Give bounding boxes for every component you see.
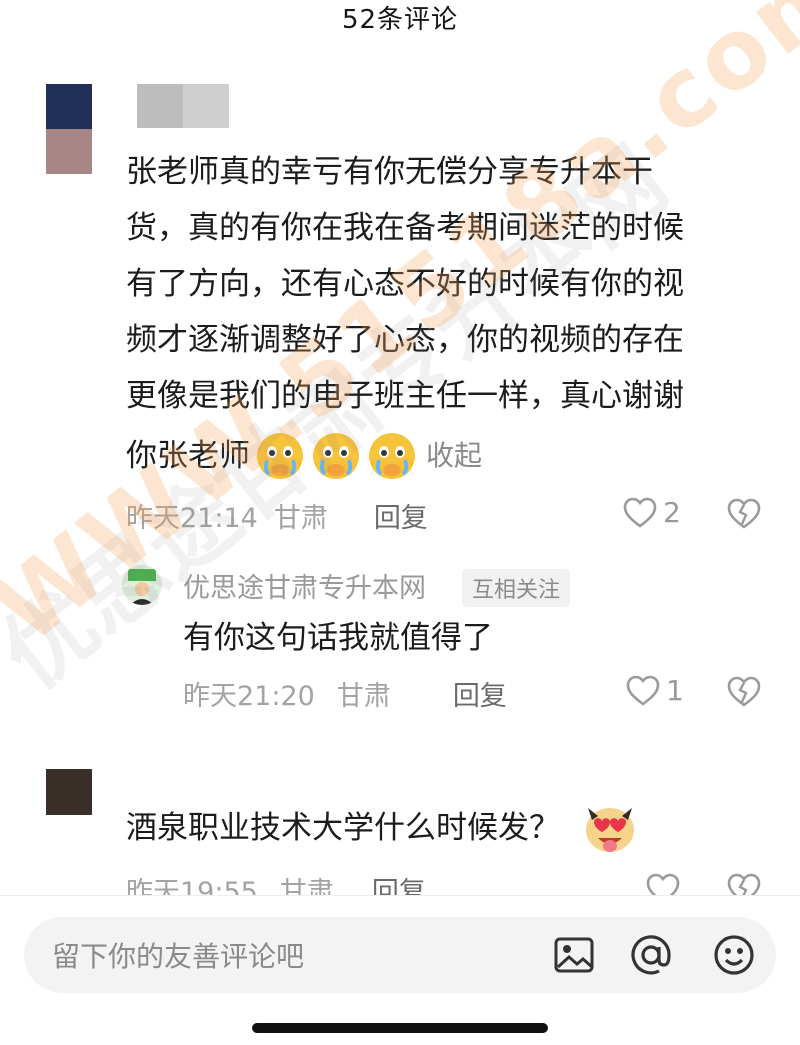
reply-button[interactable]: 回复: [453, 674, 507, 713]
comments-header: 52条评论: [0, 0, 800, 40]
at-icon[interactable]: [629, 933, 673, 977]
comment-count-title: 52条评论: [341, 5, 459, 35]
reply-meta: 昨天21:20 甘肃 回复: [183, 674, 507, 713]
comment-text-line: 有了方向，还有心态不好的时候有你的视: [126, 266, 684, 302]
reply-text: 有你这句话我就值得了: [183, 620, 493, 656]
reply-author-name[interactable]: 优思途甘肃专升本网: [183, 566, 426, 605]
like-button[interactable]: 2: [623, 496, 681, 529]
crying-face-emoji: [313, 433, 359, 479]
image-icon[interactable]: [552, 933, 596, 977]
reply-avatar[interactable]: [122, 565, 162, 605]
like-count: 1: [666, 674, 684, 707]
crying-emoji-group: [254, 430, 418, 482]
username-blurred[interactable]: [137, 84, 229, 128]
comment-input[interactable]: 留下你的友善评论吧: [24, 917, 776, 993]
avatar[interactable]: [46, 84, 92, 174]
like-count: 2: [663, 496, 681, 529]
reply-time: 昨天21:20: [183, 681, 315, 712]
mutual-follow-badge: 互相关注: [462, 569, 571, 607]
home-indicator: [252, 1023, 548, 1033]
dislike-button[interactable]: [727, 676, 761, 712]
comment-text-line: 频才逐渐调整好了心态，你的视频的存在: [126, 322, 684, 358]
collapse-link[interactable]: 收起: [426, 428, 482, 484]
comment-text-last-line: 你张老师 收起: [126, 428, 482, 484]
comment-input-placeholder: 留下你的友善评论吧: [52, 940, 305, 973]
emoji-icon[interactable]: [712, 933, 756, 977]
avatar[interactable]: [46, 769, 92, 815]
broken-heart-icon: [727, 676, 761, 707]
heart-icon: [623, 497, 657, 528]
heart-icon: [626, 675, 660, 706]
dislike-button[interactable]: [727, 498, 761, 534]
comment-meta: 昨天21:14 甘肃 回复: [126, 496, 428, 535]
comment-text-line: 货，真的有你在我在备考期间迷茫的时候: [126, 210, 684, 246]
broken-heart-icon: [727, 498, 761, 529]
comment-text-line: 更像是我们的电子班主任一样，真心谢谢: [126, 378, 684, 414]
heart-eyes-tongue-emoji: [586, 808, 634, 852]
comment-time: 昨天21:14: [126, 503, 258, 534]
comment-input-bar: 留下你的友善评论吧: [0, 895, 800, 1045]
comment-text-line: 张老师真的幸亏有你无偿分享专升本干: [126, 154, 653, 190]
comment-location: 甘肃: [273, 503, 328, 534]
comment-body: 酒泉职业技术大学什么时候发？: [126, 800, 640, 856]
crying-face-emoji: [369, 433, 415, 479]
reply-button[interactable]: 回复: [374, 496, 428, 535]
like-button[interactable]: 1: [626, 674, 684, 707]
crying-face-emoji: [257, 433, 303, 479]
comment-text-line: 酒泉职业技术大学什么时候发？: [126, 810, 560, 846]
comment-text-line: 你张老师: [126, 438, 250, 474]
reply-location: 甘肃: [336, 681, 391, 712]
